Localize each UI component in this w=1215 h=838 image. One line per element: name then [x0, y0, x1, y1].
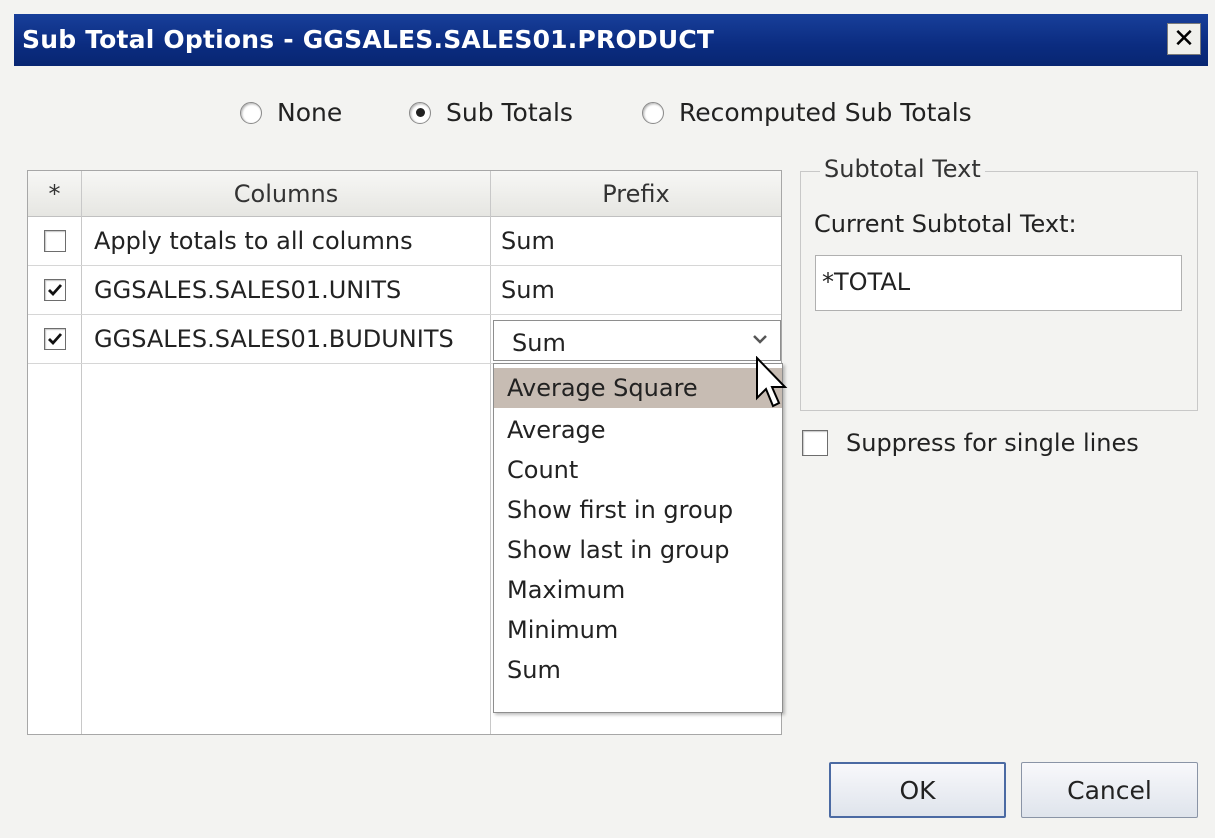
- current-subtotal-text-label: Current Subtotal Text:: [814, 210, 1077, 238]
- radio-sub-totals[interactable]: Sub Totals: [409, 98, 573, 127]
- row-prefix[interactable]: Sum: [501, 217, 555, 265]
- row-column-name: Apply totals to all columns: [94, 227, 413, 255]
- subtotal-text-legend: Subtotal Text: [820, 155, 985, 183]
- prefix-dropdown-list: Average Square Average Count Show first …: [493, 363, 783, 713]
- row-checkbox[interactable]: [44, 328, 66, 350]
- row-column-name: GGSALES.SALES01.BUDUNITS: [94, 325, 454, 353]
- mode-radio-group: None Sub Totals Recomputed Sub Totals: [0, 98, 1215, 134]
- checkmark-icon: [48, 284, 63, 297]
- dropdown-option-count[interactable]: Count: [494, 450, 782, 490]
- dropdown-option-show-first[interactable]: Show first in group: [494, 490, 782, 530]
- subtotal-options-dialog: Sub Total Options - GGSALES.SALES01.PROD…: [0, 0, 1215, 838]
- radio-recomputed-circle[interactable]: [642, 101, 664, 124]
- header-check: *: [48, 179, 61, 208]
- row-prefix[interactable]: Sum: [501, 266, 555, 314]
- dropdown-option-average[interactable]: Average: [494, 410, 782, 450]
- radio-sub-totals-circle[interactable]: [409, 101, 431, 124]
- radio-sub-totals-label: Sub Totals: [446, 98, 573, 127]
- row-checkbox[interactable]: [44, 230, 66, 252]
- close-button[interactable]: ✕: [1167, 23, 1201, 55]
- suppress-single-lines[interactable]: Suppress for single lines: [802, 429, 1139, 457]
- grid-row[interactable]: GGSALES.SALES01.UNITS Sum: [28, 266, 781, 315]
- close-icon: ✕: [1173, 24, 1195, 54]
- radio-recomputed-sub-totals[interactable]: Recomputed Sub Totals: [642, 98, 972, 127]
- grid-row[interactable]: GGSALES.SALES01.BUDUNITS Sum: [28, 315, 781, 364]
- dropdown-option-maximum[interactable]: Maximum: [494, 570, 782, 610]
- prefix-select-value: Sum: [512, 329, 566, 357]
- chevron-down-icon[interactable]: [752, 333, 768, 345]
- header-prefix[interactable]: Prefix: [491, 171, 781, 216]
- prefix-select[interactable]: Sum: [493, 320, 781, 361]
- radio-none[interactable]: None: [240, 98, 342, 127]
- radio-recomputed-label: Recomputed Sub Totals: [679, 98, 972, 127]
- radio-selected-dot: [415, 108, 425, 117]
- window-title: Sub Total Options - GGSALES.SALES01.PROD…: [22, 25, 715, 54]
- mouse-pointer-icon: [756, 356, 788, 408]
- dropdown-option-average-square[interactable]: Average Square: [494, 368, 782, 408]
- cancel-button[interactable]: Cancel: [1021, 762, 1198, 818]
- dropdown-option-minimum[interactable]: Minimum: [494, 610, 782, 650]
- grid-row[interactable]: Apply totals to all columns Sum: [28, 217, 781, 266]
- row-column-name: GGSALES.SALES01.UNITS: [94, 276, 402, 304]
- radio-none-circle[interactable]: [240, 101, 262, 124]
- header-columns[interactable]: Columns: [82, 171, 490, 216]
- suppress-label: Suppress for single lines: [846, 429, 1139, 457]
- current-subtotal-text-input[interactable]: *TOTAL: [815, 255, 1182, 311]
- suppress-checkbox[interactable]: [802, 430, 828, 456]
- row-checkbox[interactable]: [44, 279, 66, 301]
- title-bar: Sub Total Options - GGSALES.SALES01.PROD…: [14, 14, 1208, 66]
- dropdown-option-sum[interactable]: Sum: [494, 650, 782, 690]
- grid-header: * Columns Prefix: [28, 171, 781, 217]
- ok-button[interactable]: OK: [829, 762, 1006, 818]
- radio-none-label: None: [277, 98, 343, 127]
- checkmark-icon: [48, 333, 63, 346]
- dropdown-option-show-last[interactable]: Show last in group: [494, 530, 782, 570]
